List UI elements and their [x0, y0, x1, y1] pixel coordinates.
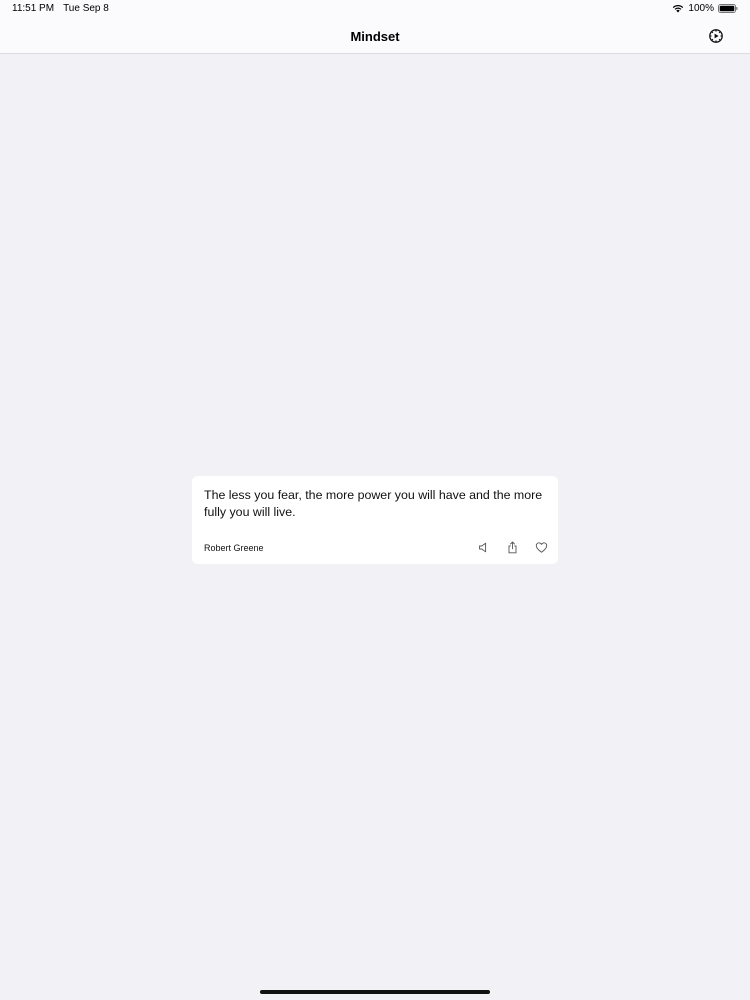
- quote-author: Robert Greene: [204, 543, 264, 553]
- settings-button[interactable]: [708, 28, 724, 44]
- app-screen: 11:51 PM Tue Sep 8 100% Mindset The less…: [0, 0, 750, 1000]
- battery-icon: [718, 4, 738, 13]
- navigation-bar: Mindset: [0, 18, 750, 54]
- home-indicator[interactable]: [260, 990, 490, 994]
- quote-text: The less you fear, the more power you wi…: [204, 488, 543, 519]
- heart-icon[interactable]: [535, 541, 548, 554]
- status-left: 11:51 PM Tue Sep 8: [12, 3, 109, 14]
- settings-icon: [709, 29, 723, 43]
- page-title: Mindset: [350, 29, 400, 44]
- quote-actions: [477, 541, 548, 554]
- quote-card[interactable]: The less you fear, the more power you wi…: [192, 476, 558, 564]
- wifi-icon: [672, 4, 684, 13]
- status-date: Tue Sep 8: [63, 3, 109, 14]
- share-icon[interactable]: [506, 541, 519, 554]
- battery-percent: 100%: [688, 3, 714, 14]
- status-right: 100%: [672, 3, 738, 14]
- status-bar: 11:51 PM Tue Sep 8 100%: [0, 0, 750, 18]
- speaker-icon[interactable]: [477, 541, 490, 554]
- status-time: 11:51 PM: [12, 3, 55, 14]
